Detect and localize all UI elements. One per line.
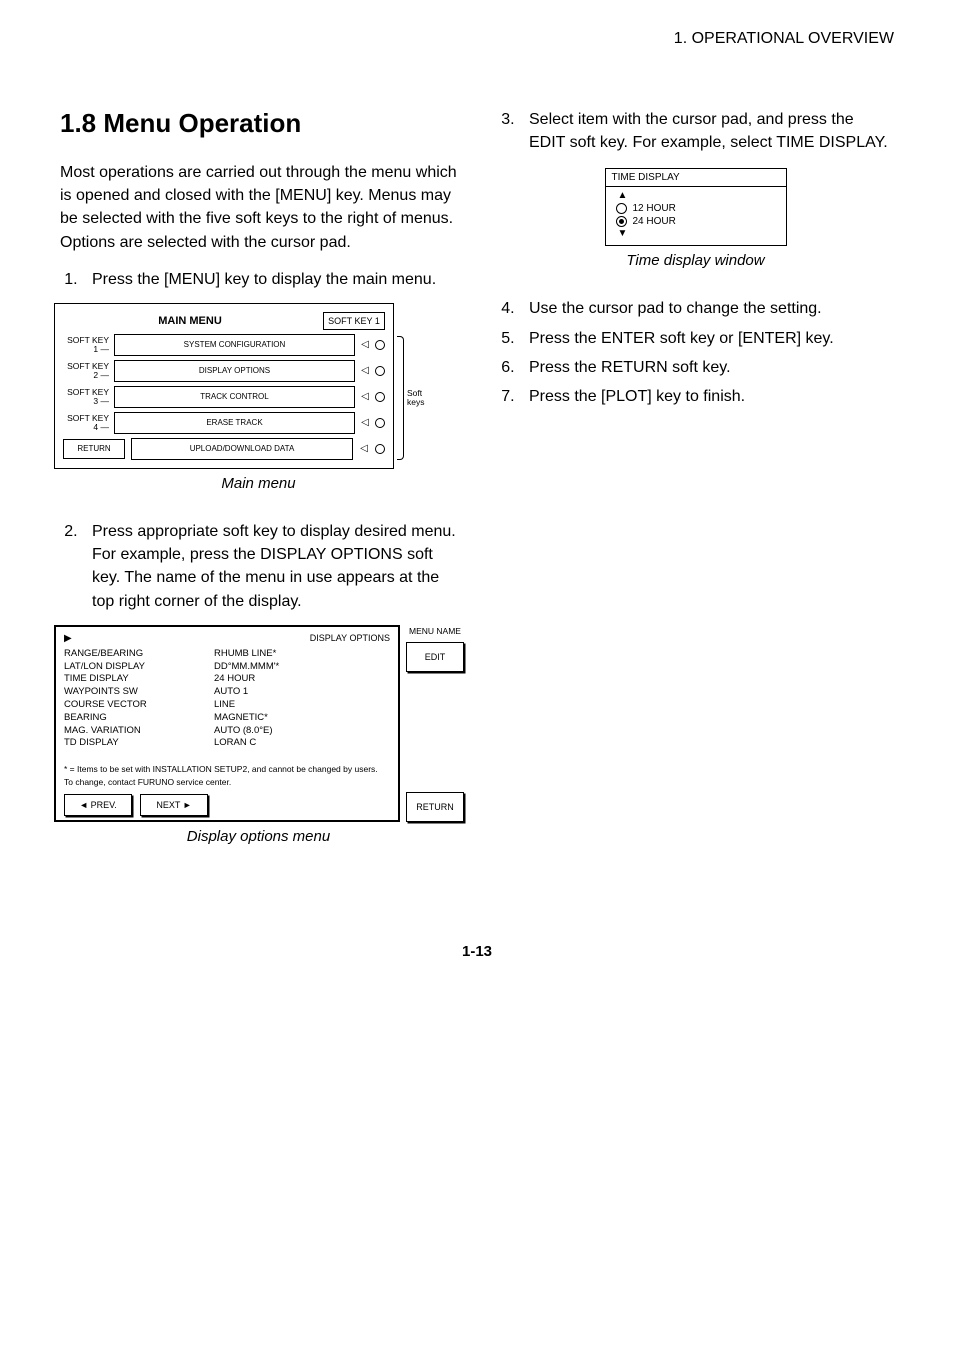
circle-icon xyxy=(375,366,385,376)
right-arrow-icon: ▶ xyxy=(64,633,72,644)
radio-filled-icon xyxy=(616,216,627,227)
triangle-left-icon: ◁ xyxy=(360,339,370,350)
time-window-caption: Time display window xyxy=(497,252,894,269)
option-12hour[interactable]: 12 HOUR xyxy=(616,203,776,214)
figure-main-menu: MAIN MENU SOFT KEY 1 SOFT KEY 1 — SYSTEM… xyxy=(60,303,457,492)
fig2-caption: Display options menu xyxy=(60,828,457,845)
page-header: 1. OPERATIONAL OVERVIEW xyxy=(60,30,894,48)
softkeys-bracket: Soft keys xyxy=(397,336,431,460)
options-list: RANGE/BEARINGRHUMB LINE* LAT/LON DISPLAY… xyxy=(64,648,390,751)
prev-button[interactable]: ◄ PREV. xyxy=(64,794,132,816)
step-2: Press appropriate soft key to display de… xyxy=(82,520,457,613)
fig1-caption: Main menu xyxy=(60,475,457,492)
triangle-left-icon: ◁ xyxy=(360,365,370,376)
menu-btn-track-control[interactable]: TRACK CONTROL xyxy=(114,386,355,408)
circle-icon xyxy=(375,392,385,402)
option-24hour[interactable]: 24 HOUR xyxy=(616,216,776,227)
edit-softkey[interactable]: EDIT xyxy=(406,642,464,672)
step-7: Press the [PLOT] key to finish. xyxy=(519,385,894,408)
figure-display-options: ▶ DISPLAY OPTIONS RANGE/BEARINGRHUMB LIN… xyxy=(60,625,457,846)
note-1: * = Items to be set with INSTALLATION SE… xyxy=(64,764,390,775)
time-window-title: TIME DISPLAY xyxy=(606,169,786,187)
menu-btn-display-options[interactable]: DISPLAY OPTIONS xyxy=(114,360,355,382)
triangle-left-icon: ◁ xyxy=(359,443,369,454)
figure-time-display-window: TIME DISPLAY ▲ 12 HOUR 24 HOUR ▼ xyxy=(497,168,894,269)
return-button[interactable]: RETURN xyxy=(63,439,125,459)
next-button[interactable]: NEXT ► xyxy=(140,794,208,816)
step-4: Use the cursor pad to change the setting… xyxy=(519,297,894,320)
menu-name-label: DISPLAY OPTIONS xyxy=(310,633,390,644)
step-3: Select item with the cursor pad, and pre… xyxy=(519,108,894,154)
triangle-down-icon: ▼ xyxy=(618,229,776,239)
menu-btn-erase-track[interactable]: ERASE TRACK xyxy=(114,412,355,434)
circle-icon xyxy=(375,340,385,350)
radio-open-icon xyxy=(616,203,627,214)
note-2: To change, contact FURUNO service center… xyxy=(64,777,390,788)
circle-icon xyxy=(375,418,385,428)
triangle-left-icon: ◁ xyxy=(360,391,370,402)
menu-btn-system-config[interactable]: SYSTEM CONFIGURATION xyxy=(114,334,355,356)
intro-paragraph: Most operations are carried out through … xyxy=(60,161,457,254)
step-1: Press the [MENU] key to display the main… xyxy=(82,268,457,291)
step-6: Press the RETURN soft key. xyxy=(519,356,894,379)
triangle-up-icon: ▲ xyxy=(618,191,776,201)
step-5: Press the ENTER soft key or [ENTER] key. xyxy=(519,327,894,350)
triangle-left-icon: ◁ xyxy=(360,417,370,428)
main-menu-title: MAIN MENU xyxy=(63,315,317,327)
menu-btn-upload-download[interactable]: UPLOAD/DOWNLOAD DATA xyxy=(131,438,353,460)
circle-icon xyxy=(375,444,385,454)
softkey1-box: SOFT KEY 1 xyxy=(323,312,385,330)
sidebar-menu-name: MENU NAME xyxy=(406,627,464,636)
return-softkey[interactable]: RETURN xyxy=(406,792,464,822)
page-number: 1-13 xyxy=(60,943,894,960)
section-title: 1.8 Menu Operation xyxy=(60,108,457,139)
